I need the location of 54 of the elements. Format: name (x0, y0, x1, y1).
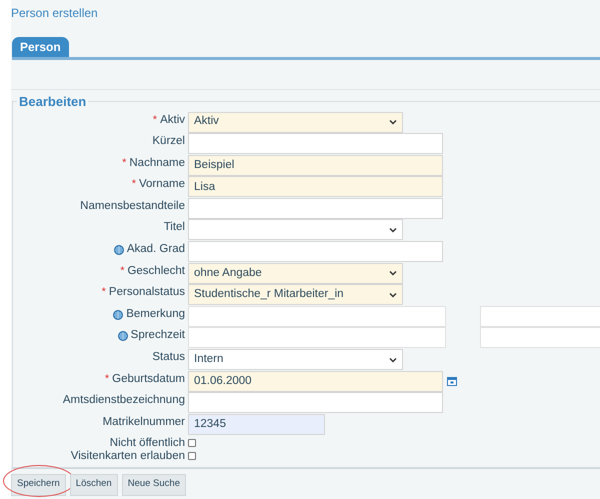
required-asterisk: * (104, 372, 110, 387)
field-label: Geschlecht (127, 264, 185, 279)
tab[interactable]: Person (12, 37, 69, 57)
select-field[interactable] (188, 219, 403, 240)
field-label: Matrikelnummer (102, 414, 185, 430)
calendar-icon[interactable] (447, 376, 457, 386)
chevron-icon (389, 270, 397, 276)
field-label: Personalstatus (108, 285, 185, 300)
field-label: Bemerkung (126, 306, 185, 322)
required-asterisk: * (152, 112, 158, 128)
date-field[interactable]: 01.06.2000 (188, 370, 443, 392)
checkbox[interactable] (188, 439, 196, 448)
required-asterisk: * (132, 177, 136, 192)
chevron-icon (389, 356, 397, 363)
field-label: Amtsdienstbezeichnung (62, 393, 185, 408)
required-asterisk: * (102, 285, 106, 300)
action-button[interactable]: Speichern (11, 474, 66, 496)
text-field[interactable] (188, 392, 443, 414)
text-field[interactable] (480, 327, 600, 348)
field-label: Vorname (138, 177, 185, 192)
text-field[interactable] (188, 133, 443, 154)
select-field[interactable]: Intern (188, 349, 403, 370)
select-field[interactable]: ohne Angabe (188, 262, 403, 284)
chevron-icon (389, 292, 397, 298)
select-field[interactable]: Studentische_r Mitarbeiter_in (188, 284, 403, 306)
text-field[interactable]: 12345 (188, 414, 325, 435)
field-label: Aktiv (160, 112, 185, 128)
field-label: Status (152, 350, 185, 366)
field-label: Nachname (129, 156, 185, 171)
select-field[interactable]: Aktiv (188, 112, 403, 132)
required-asterisk: * (122, 156, 126, 171)
page-title: Person erstellen (11, 5, 99, 22)
text-field[interactable] (188, 306, 446, 327)
required-asterisk: * (120, 264, 124, 279)
field-label: Nicht öffentlich (110, 436, 185, 450)
text-field[interactable] (188, 327, 446, 348)
field-label: Sprechzeit (130, 328, 185, 344)
field-label: Akad. Grad (126, 242, 185, 258)
text-field[interactable] (188, 198, 443, 219)
field-label: Geburtsdatum (112, 372, 185, 387)
action-button[interactable]: Neue Suche (122, 474, 186, 496)
chevron-icon (389, 226, 397, 233)
action-button[interactable]: Löschen (70, 474, 118, 496)
checkbox[interactable] (188, 452, 196, 460)
text-field[interactable] (480, 306, 600, 327)
section-legend: Bearbeiten (17, 92, 88, 112)
text-field[interactable]: Beispiel (188, 154, 443, 176)
text-field[interactable] (188, 241, 443, 262)
field-label: Visitenkarten erlauben (70, 449, 185, 464)
field-label: Kürzel (152, 134, 185, 150)
chevron-icon (389, 119, 397, 125)
text-field[interactable]: Lisa (188, 176, 443, 198)
field-label: Titel (164, 220, 185, 236)
field-label: Namensbestandteile (80, 198, 185, 214)
